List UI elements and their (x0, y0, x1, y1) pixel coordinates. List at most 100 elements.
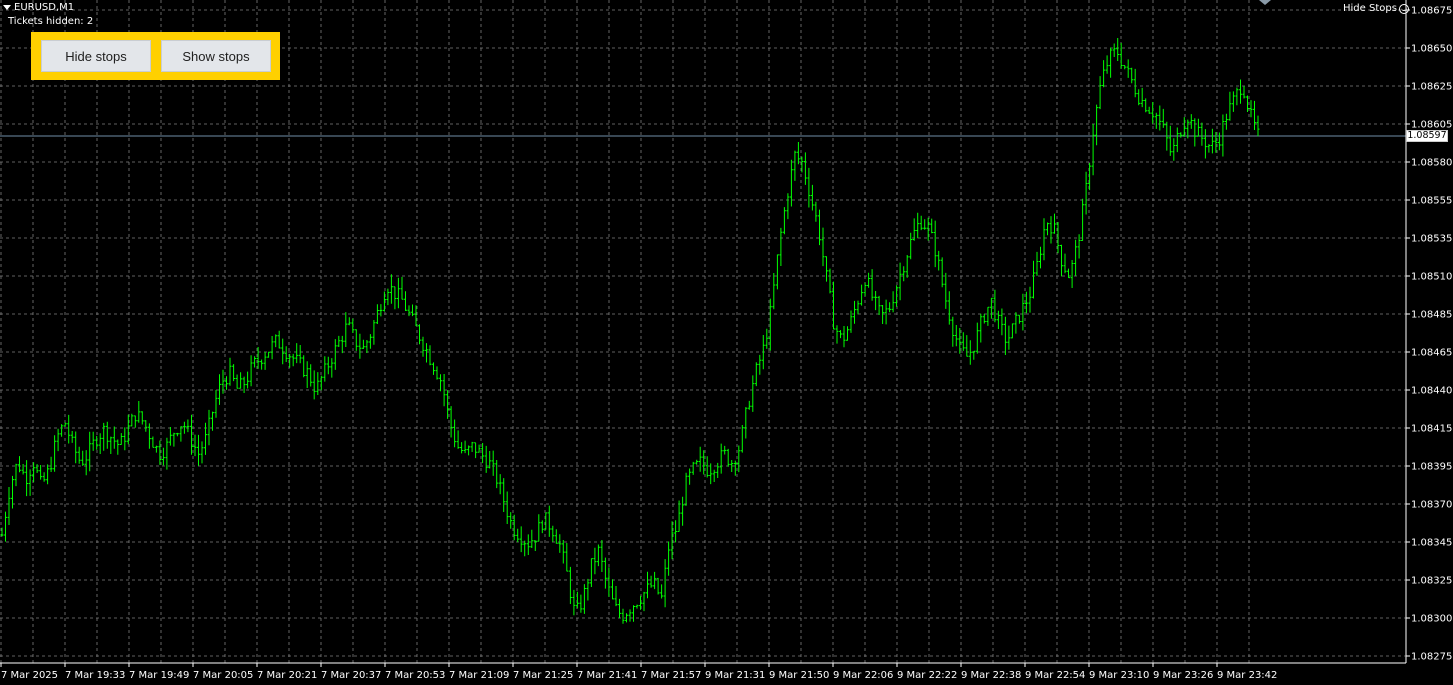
price-bar (35, 464, 39, 473)
smiley-icon[interactable] (1398, 3, 1409, 14)
price-bar (653, 571, 657, 590)
price-bar (912, 218, 916, 241)
time-tick-label: 7 Mar 21:25 (513, 670, 573, 681)
time-tick-label: 9 Mar 21:50 (769, 670, 829, 681)
price-bar (1098, 76, 1102, 110)
price-bar (467, 445, 471, 456)
hide-stops-toggle[interactable]: Hide Stops (1343, 3, 1409, 14)
price-bar (716, 462, 720, 478)
time-tick-label: 9 Mar 22:38 (961, 670, 1021, 681)
price-bar (102, 422, 106, 451)
price-tick-label: 1.08535 (1411, 234, 1452, 245)
price-bar (642, 591, 646, 612)
price-bar (607, 567, 611, 597)
price-bar (965, 335, 969, 357)
price-bar (803, 152, 807, 185)
price-bar (1144, 98, 1148, 113)
hide-stops-button[interactable]: Hide stops (41, 40, 151, 72)
price-bar (46, 464, 50, 485)
price-bar (951, 316, 955, 347)
price-tick-label: 1.08650 (1411, 44, 1452, 55)
price-bar (565, 543, 569, 572)
price-bar (270, 336, 274, 360)
price-bar (389, 274, 393, 304)
price-bar (249, 355, 253, 387)
price-chart[interactable]: 1.08675 1.08650 1.08625 1.08605 1.08580 1.085… (0, 0, 1453, 685)
price-bar (1105, 55, 1109, 74)
price-bar (147, 423, 151, 449)
price-bar (39, 465, 43, 480)
price-bar (28, 469, 32, 496)
price-bar (818, 209, 821, 246)
price-bar (1175, 127, 1179, 153)
price-bar (691, 461, 695, 475)
price-bar (867, 272, 871, 288)
price-bar (463, 440, 467, 454)
price-bar (628, 609, 632, 622)
time-tick-label: 7 Mar 21:57 (641, 670, 701, 681)
price-bar (660, 584, 664, 599)
price-bar (411, 304, 414, 317)
price-bar (295, 343, 299, 364)
price-bar (898, 262, 902, 301)
time-tick-label: 7 Mar 21:41 (577, 670, 637, 681)
price-bar (74, 431, 78, 464)
price-bar (1147, 106, 1151, 114)
price-bar (596, 544, 600, 567)
price-bar (207, 409, 211, 446)
price-bar (218, 374, 221, 405)
price-tick-label: 1.08605 (1411, 120, 1452, 131)
chart-shift-marker-icon[interactable] (1259, 0, 1271, 5)
price-bar (1140, 87, 1144, 108)
price-bar (242, 376, 246, 393)
price-bar (979, 313, 983, 343)
price-bar (439, 374, 442, 392)
show-stops-button[interactable]: Show stops (161, 40, 271, 72)
price-bar (1210, 128, 1214, 154)
price-bar (1095, 104, 1099, 146)
price-bar (175, 432, 179, 437)
price-bar (975, 322, 979, 354)
price-bar (1007, 325, 1011, 350)
dropdown-triangle-icon[interactable] (3, 5, 11, 10)
price-bar (902, 266, 906, 282)
price-bar (586, 578, 590, 601)
price-bar (197, 434, 200, 466)
price-bar (919, 215, 923, 231)
price-bar (733, 460, 737, 476)
price-bar (144, 420, 148, 432)
price-bar (274, 334, 278, 348)
price-bar (1063, 253, 1067, 274)
price-bar (182, 421, 186, 434)
price-tick-label: 1.08675 (1411, 6, 1452, 17)
price-bar (954, 325, 958, 347)
price-bar (98, 433, 102, 454)
price-bar (70, 431, 74, 443)
price-bar (1028, 286, 1032, 313)
price-bar (895, 285, 899, 307)
price-bar (225, 376, 228, 390)
price-tick-label: 1.08465 (1411, 348, 1452, 359)
price-bar (1081, 198, 1085, 241)
time-tick-label: 9 Mar 23:10 (1089, 670, 1149, 681)
price-bar (775, 254, 779, 290)
price-bar (1161, 108, 1165, 128)
price-bar (1074, 239, 1078, 276)
price-bar (1116, 38, 1120, 61)
symbol-title[interactable]: EURUSD,M1 (3, 2, 74, 13)
price-bar (298, 345, 302, 364)
price-bar (1200, 122, 1204, 146)
price-bar (509, 512, 513, 529)
price-bar (1151, 102, 1155, 124)
price-bar (807, 167, 811, 208)
price-bar (993, 289, 997, 323)
price-bar (579, 594, 583, 613)
price-bar (456, 430, 460, 449)
price-bar (568, 566, 572, 604)
price-bar (1123, 65, 1127, 70)
price-bar (470, 441, 474, 452)
price-bar (84, 450, 88, 476)
price-bar (432, 362, 435, 375)
price-bar (856, 300, 860, 315)
price-bar (810, 184, 814, 211)
